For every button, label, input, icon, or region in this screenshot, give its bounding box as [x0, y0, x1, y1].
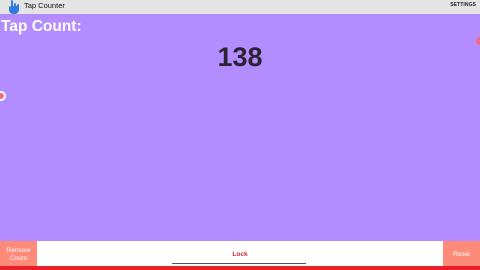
tap-area[interactable]: Tap Count: 138	[0, 14, 480, 241]
tap-count-label: Tap Count:	[1, 18, 82, 35]
home-indicator	[172, 263, 306, 264]
reset-button[interactable]: Reset	[443, 241, 480, 267]
settings-button[interactable]: SETTINGS	[450, 2, 476, 8]
remove-count-button[interactable]: Remove Count	[0, 241, 37, 267]
edge-handle-left[interactable]	[0, 91, 6, 101]
tap-count-value: 138	[217, 42, 263, 72]
edge-handle-right[interactable]	[476, 37, 480, 45]
hand-tap-icon	[9, 0, 19, 14]
app-bar: Tap Counter SETTINGS	[0, 0, 480, 14]
bottom-accent-strip	[0, 266, 480, 270]
app-title: Tap Counter	[24, 1, 65, 10]
